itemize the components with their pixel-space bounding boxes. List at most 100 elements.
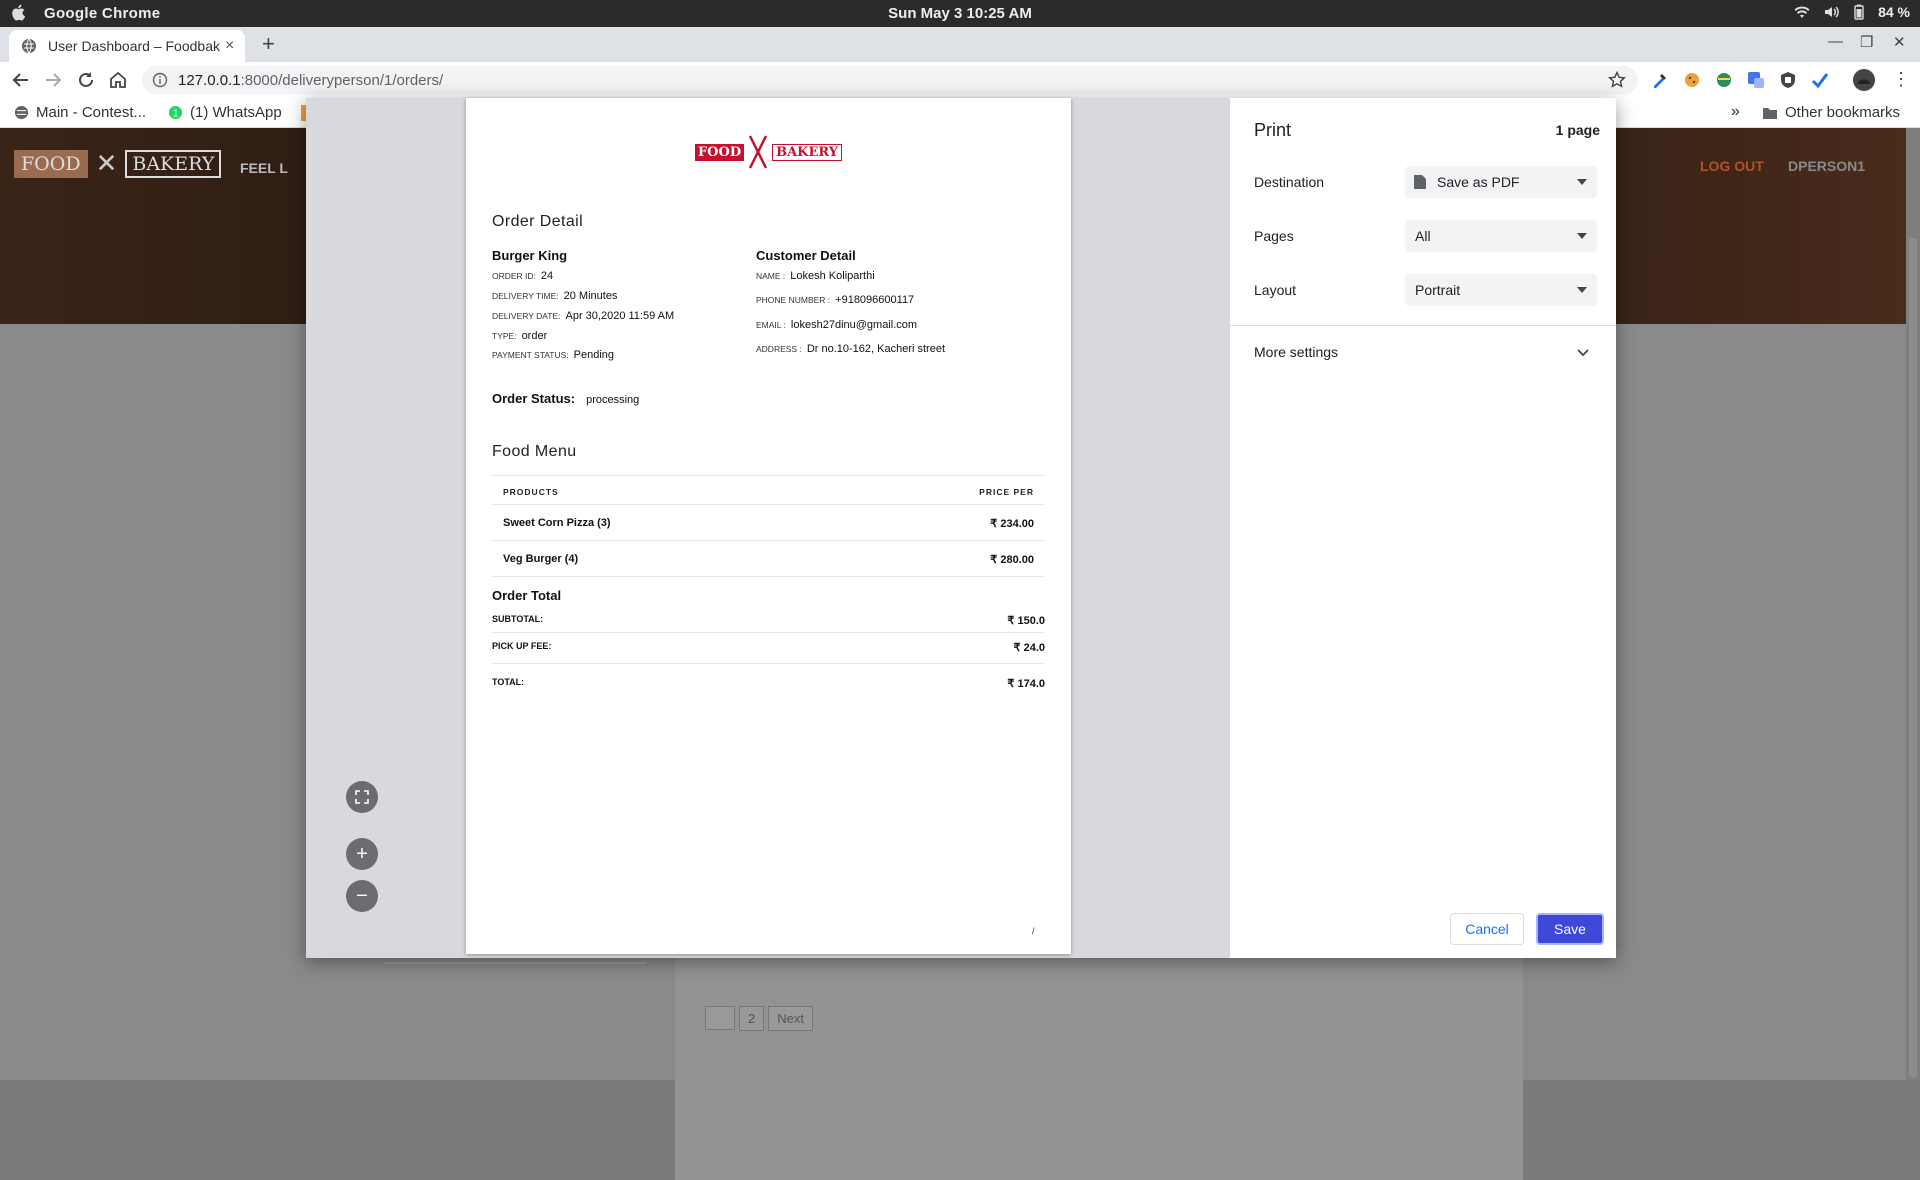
system-tray: 84 % [1794, 4, 1910, 20]
table-row: Sweet Corn Pizza (3) ₹ 234.00 [492, 505, 1045, 541]
total-value: ₹ 174.0 [1007, 678, 1045, 690]
customer-detail-title: Customer Detail [756, 248, 856, 263]
table-row: Veg Burger (4) ₹ 280.00 [492, 541, 1045, 577]
customer-address: ADDRESS : Dr no.10-162, Kacheri street [756, 343, 946, 355]
nav-feel[interactable]: FEEL L [240, 160, 288, 176]
eyedropper-extension-icon[interactable] [1650, 70, 1670, 90]
globe-icon [14, 105, 29, 120]
order-detail-title: Order Detail [492, 213, 584, 230]
chevron-down-icon [1577, 233, 1587, 239]
back-icon[interactable] [10, 69, 32, 91]
clock[interactable]: Sun May 3 10:25 AM [0, 5, 1920, 22]
chevron-down-icon[interactable] [1576, 345, 1590, 359]
check-extension-icon[interactable] [1810, 70, 1830, 90]
menu-icon[interactable]: ⋮ [1892, 69, 1910, 90]
close-window-icon[interactable]: ✕ [1893, 33, 1906, 51]
logo-bakery: BAKERY [772, 143, 843, 161]
pickup-row: PICK UP FEE: ₹ 24.0 [492, 634, 1045, 664]
total-label: TOTAL: [492, 677, 525, 687]
save-button[interactable]: Save [1536, 913, 1604, 945]
page-next[interactable]: Next [768, 1006, 813, 1031]
destination-select[interactable]: Save as PDF [1405, 166, 1597, 198]
subtotal-value: ₹ 150.0 [1007, 615, 1045, 627]
fit-page-icon [355, 790, 369, 804]
folder-icon [1763, 107, 1777, 119]
globe-icon [22, 38, 36, 54]
item-price: ₹ 280.00 [990, 554, 1034, 566]
layout-select[interactable]: Portrait [1405, 274, 1597, 306]
print-settings-panel: Print 1 page Destination Save as PDF Pag… [1230, 98, 1616, 958]
browser-toolbar: 127.0.0.1:8000/deliveryperson/1/orders/ … [0, 62, 1920, 98]
zoom-out-button[interactable]: − [346, 880, 378, 912]
total-row: TOTAL: ₹ 174.0 [492, 670, 1045, 696]
item-name: Sweet Corn Pizza (3) [503, 517, 611, 529]
menu-table-header: PRODUCTS PRICE PER [492, 475, 1045, 505]
avatar[interactable] [1852, 68, 1876, 92]
layout-value: Portrait [1415, 282, 1461, 298]
fit-page-button[interactable] [346, 781, 378, 813]
other-bookmarks[interactable]: Other bookmarks [1762, 104, 1900, 121]
orders-card [675, 958, 1523, 1180]
bookmark-whatsapp[interactable]: 1 (1) WhatsApp [168, 104, 282, 121]
food-menu-title: Food Menu [492, 443, 577, 460]
minimize-icon[interactable]: — [1828, 33, 1843, 50]
other-bookmarks-label: Other bookmarks [1785, 104, 1901, 121]
customer-name: NAME : Lokesh Koliparthi [756, 270, 875, 282]
col-price: PRICE PER [979, 487, 1034, 497]
svg-text:1: 1 [173, 108, 179, 119]
scrollbar-thumb[interactable] [1909, 238, 1917, 1078]
bookmarks-overflow[interactable]: » [1731, 103, 1740, 121]
destination-label: Destination [1254, 174, 1325, 190]
cancel-button[interactable]: Cancel [1450, 913, 1524, 945]
translate-extension-icon[interactable] [1746, 70, 1766, 90]
volume-icon[interactable] [1824, 5, 1840, 19]
page-1[interactable] [705, 1006, 735, 1030]
subtotal-label: SUBTOTAL: [492, 614, 544, 624]
address-bar[interactable]: 127.0.0.1:8000/deliveryperson/1/orders/ [142, 66, 1638, 94]
page-scrollbar[interactable] [1906, 128, 1920, 1080]
shield-extension-icon[interactable] [1778, 70, 1798, 90]
customer-email: EMAIL : lokesh27dinu@gmail.com [756, 319, 918, 331]
customer-phone: PHONE NUMBER : +918096600117 [756, 294, 915, 306]
apple-icon[interactable] [11, 4, 25, 21]
restore-icon[interactable]: ❐ [1860, 33, 1873, 51]
user-menu[interactable]: DPERSON1 [1788, 158, 1865, 174]
payment-status: PAYMENT STATUS: Pending [492, 349, 615, 361]
subtotal-row: SUBTOTAL: ₹ 150.0 [492, 607, 1045, 633]
tab-user-dashboard[interactable]: User Dashboard – Foodbakery × [9, 30, 245, 62]
forward-icon[interactable] [42, 69, 64, 91]
tab-close-icon[interactable]: × [225, 37, 234, 55]
pages-label: Pages [1254, 228, 1294, 244]
star-icon[interactable] [1608, 71, 1626, 89]
bookmark-main-contest[interactable]: Main - Contest... [14, 104, 146, 121]
print-title: Print [1254, 120, 1292, 140]
restaurant-name: Burger King [492, 248, 568, 263]
new-tab-button[interactable]: + [262, 31, 275, 57]
sheet-logo: FOOD BAKERY [466, 134, 1071, 170]
fork-knife-icon [748, 135, 768, 169]
logout-link[interactable]: LOG OUT [1700, 158, 1764, 174]
site-logo[interactable]: FOOD ✕ BAKERY [14, 148, 222, 179]
tab-strip: User Dashboard – Foodbakery × + — ❐ ✕ [0, 27, 1920, 62]
home-icon[interactable] [107, 69, 129, 91]
pages-select[interactable]: All [1405, 220, 1597, 252]
cookie-extension-icon[interactable] [1682, 70, 1702, 90]
bookmark-label: (1) WhatsApp [190, 104, 282, 121]
pagination: 2 Next [705, 1006, 813, 1031]
chevron-down-icon [1577, 179, 1587, 185]
reload-icon[interactable] [75, 69, 97, 91]
page-footer-mark: / [1032, 926, 1035, 936]
globe-extension-icon[interactable] [1714, 70, 1734, 90]
wifi-icon[interactable] [1794, 5, 1810, 19]
chevron-down-icon [1577, 287, 1587, 293]
zoom-in-button[interactable]: + [346, 838, 378, 870]
battery-icon[interactable] [1854, 4, 1864, 20]
logo-bakery: BAKERY [125, 149, 222, 178]
info-icon[interactable] [152, 72, 168, 88]
more-settings-toggle[interactable]: More settings [1254, 344, 1338, 360]
bookmark-label: Main - Contest... [36, 104, 147, 121]
logo-food: FOOD [14, 149, 88, 178]
page-2[interactable]: 2 [739, 1006, 765, 1031]
document-icon [1414, 175, 1426, 189]
pages-value: All [1415, 228, 1431, 244]
